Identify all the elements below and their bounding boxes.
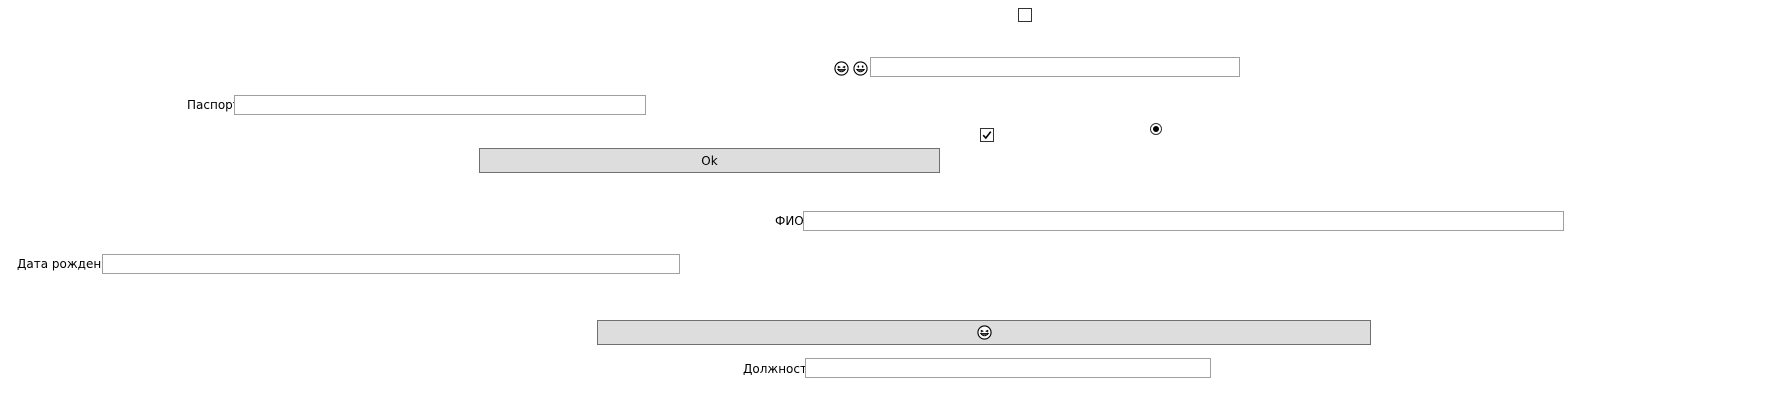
- middle-checkbox[interactable]: [980, 128, 994, 142]
- grinning-squint-face-icon: [976, 325, 992, 340]
- position-label: Должность: [743, 362, 815, 376]
- top-checkbox[interactable]: [1018, 8, 1032, 22]
- ok-button[interactable]: Ok: [479, 148, 940, 173]
- fio-input[interactable]: [803, 211, 1564, 231]
- birth-date-input[interactable]: [102, 254, 680, 274]
- checkmark-icon: [982, 131, 992, 140]
- grinning-face-icon: [853, 61, 868, 76]
- radio-button[interactable]: [1150, 123, 1162, 135]
- position-input[interactable]: [805, 358, 1211, 378]
- emoji-row-input[interactable]: [870, 57, 1240, 77]
- passport-label: Паспорт: [187, 98, 240, 112]
- passport-input[interactable]: [234, 95, 646, 115]
- grinning-squint-face-icon: [834, 61, 849, 76]
- fio-label: ФИО: [775, 214, 804, 228]
- emoji-button[interactable]: [597, 320, 1371, 345]
- radio-selected-dot: [1153, 126, 1159, 132]
